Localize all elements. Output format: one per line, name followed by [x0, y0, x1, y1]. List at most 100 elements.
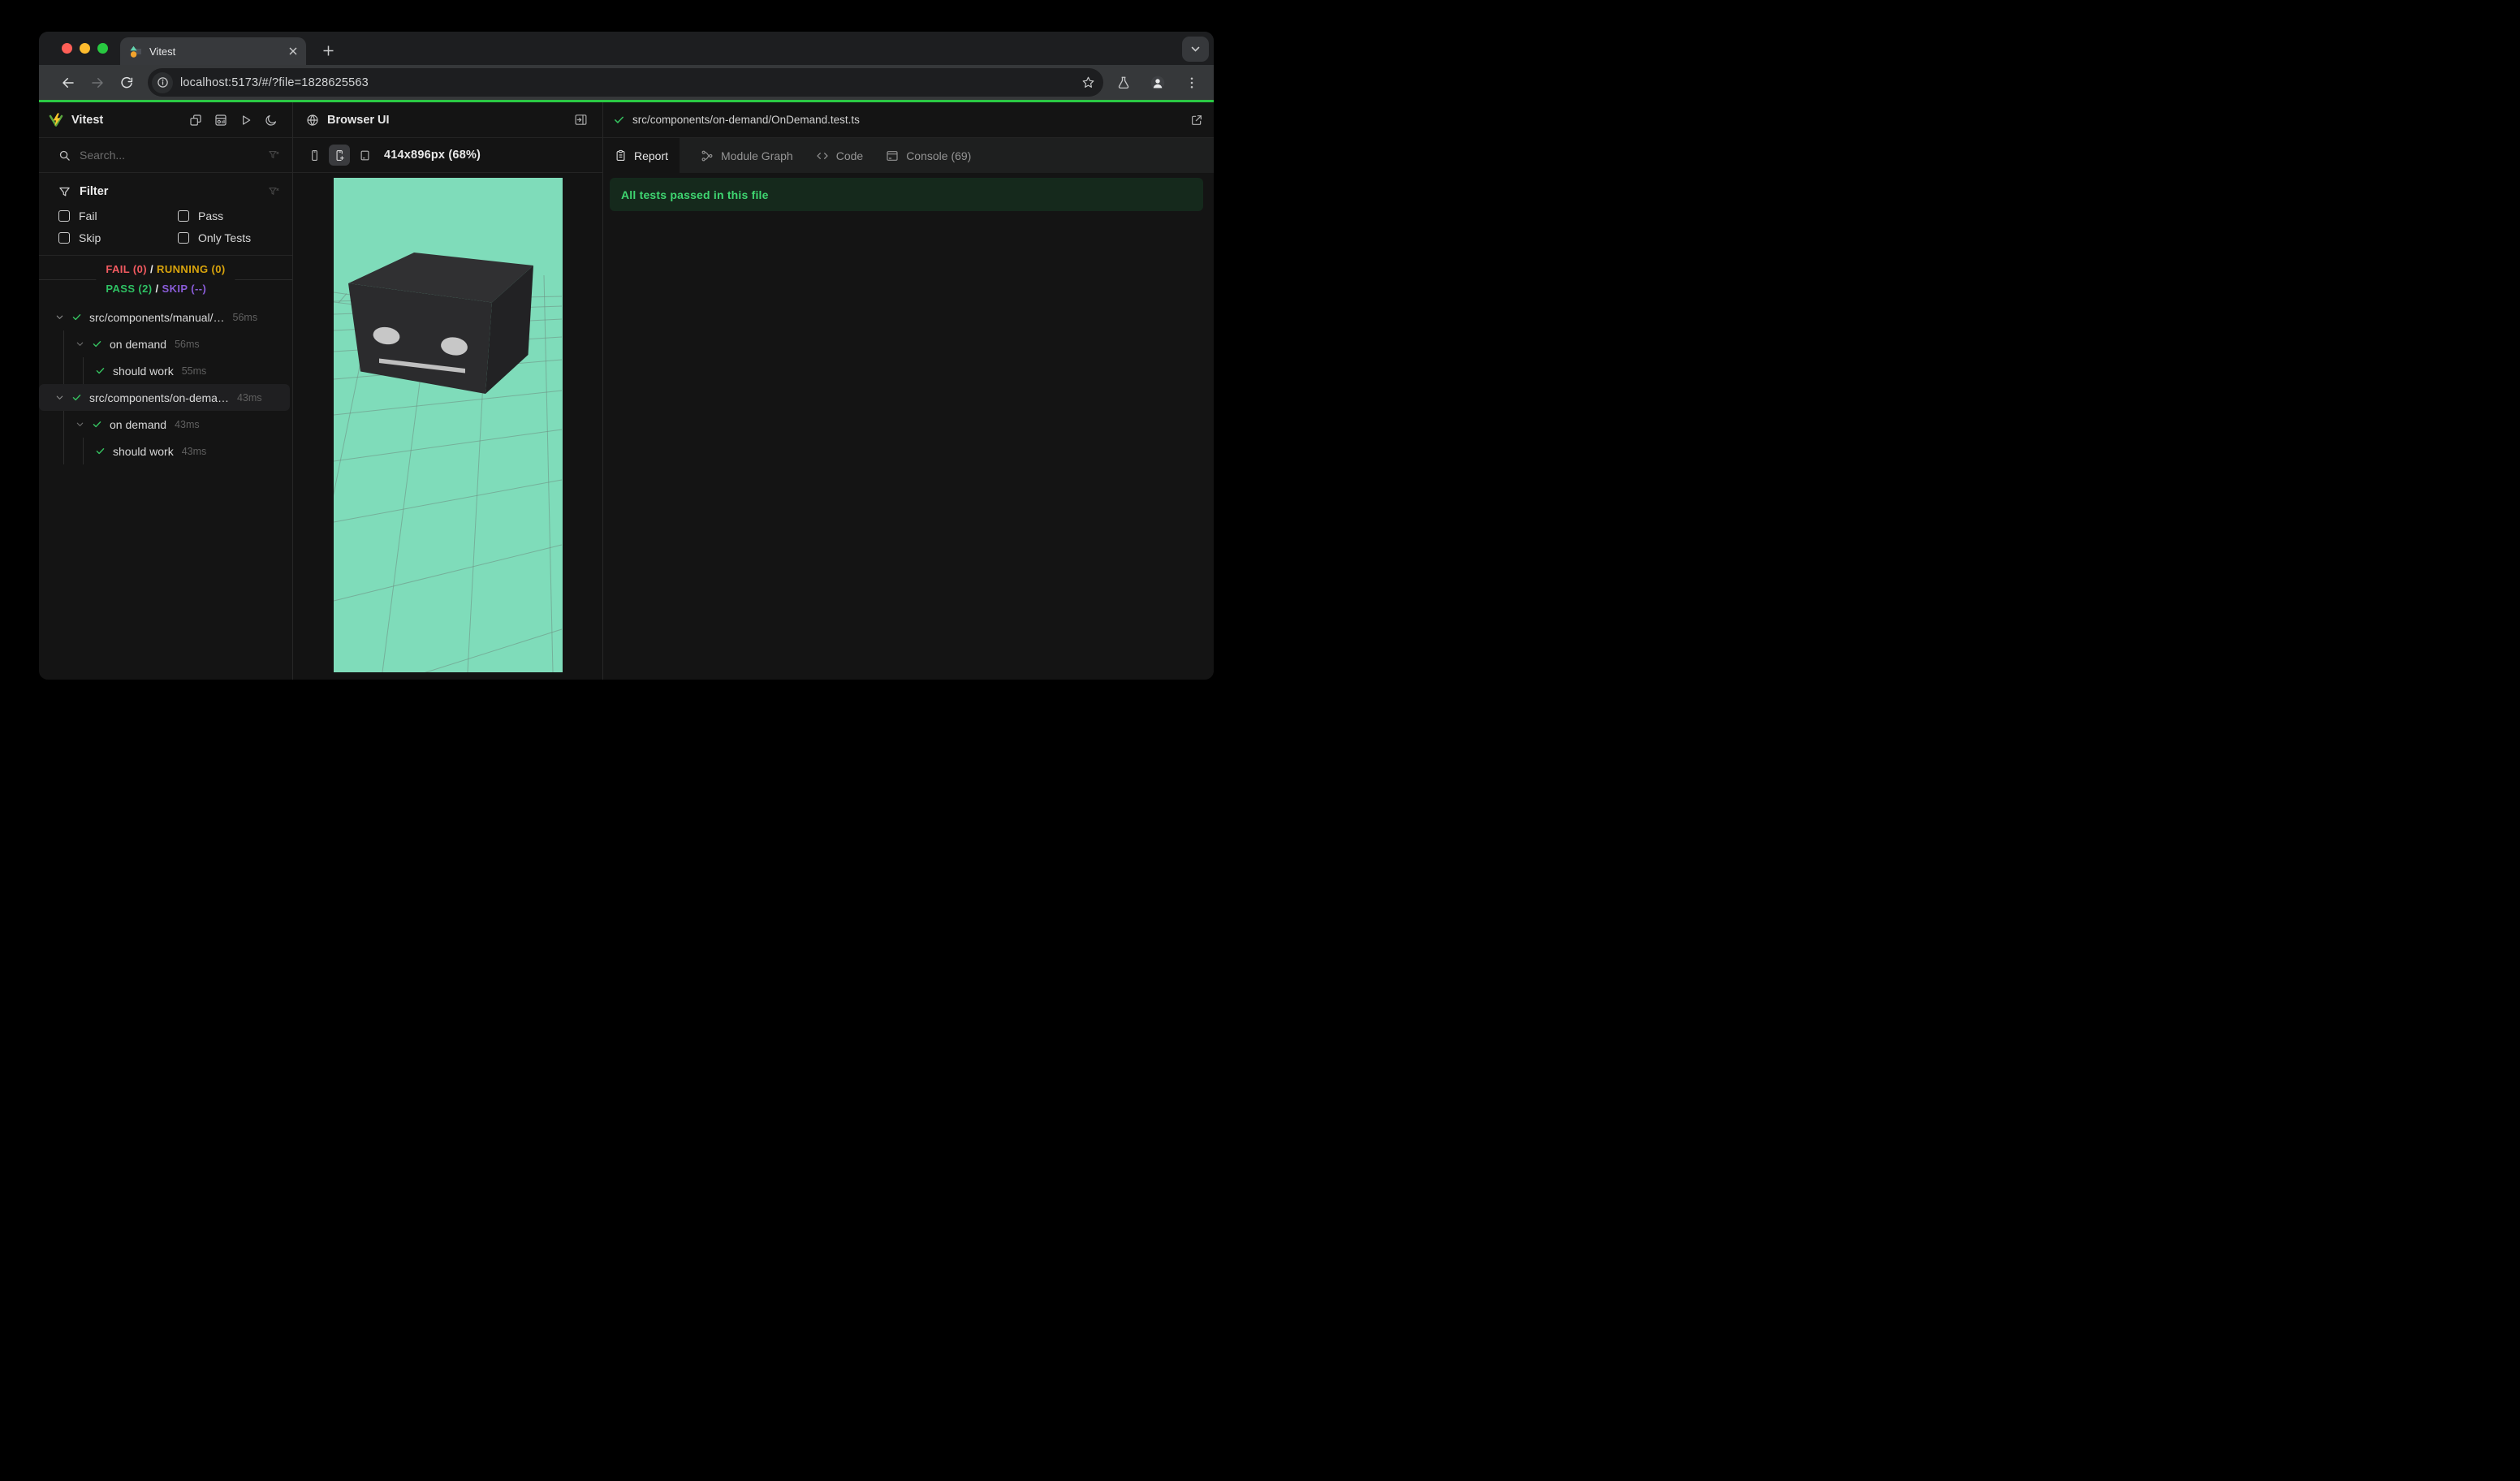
test-file-path: src/components/on-demand/OnDemand.test.t…	[632, 114, 860, 126]
url-text[interactable]: localhost:5173/#/?file=1828625563	[180, 76, 1081, 89]
checkbox-box[interactable]	[58, 232, 70, 244]
device-mobile-icon[interactable]	[304, 145, 325, 166]
running-count: RUNNING (0)	[157, 263, 226, 275]
sidebar: Vitest Search... Filter Fail Pass Skip O…	[39, 102, 293, 680]
console-panel-icon	[886, 149, 899, 162]
checkbox-only-tests[interactable]: Only Tests	[178, 231, 280, 244]
tab-search-button[interactable]	[1182, 37, 1209, 62]
detail-view-icon[interactable]	[187, 111, 205, 129]
duration-badge: 43ms	[181, 445, 207, 457]
browser-ui-title: Browser UI	[327, 113, 390, 127]
window-close-button[interactable]	[62, 43, 72, 54]
checkbox-pass[interactable]: Pass	[178, 209, 280, 222]
checkbox-box[interactable]	[178, 232, 189, 244]
tab-close-icon[interactable]	[288, 46, 298, 56]
tab-title: Vitest	[149, 45, 176, 58]
robot-cube	[347, 253, 533, 394]
checkbox-skip[interactable]: Skip	[58, 231, 178, 244]
panel-right-open-icon[interactable]	[574, 113, 588, 127]
viewport-size-label: 414x896px (68%)	[384, 149, 481, 162]
site-info-icon[interactable]	[152, 71, 173, 93]
duration-badge: 43ms	[236, 391, 262, 404]
duration-badge: 56ms	[232, 311, 258, 323]
duration-badge: 43ms	[175, 418, 200, 430]
search-input[interactable]	[80, 149, 268, 162]
run-all-play-icon[interactable]	[237, 111, 255, 129]
device-toolbar: 414x896px (68%)	[293, 138, 602, 173]
browser-ui-panel: Browser UI 414x896px (68%)	[293, 102, 603, 680]
summary-line-1: FAIL (0) / RUNNING (0)	[106, 263, 226, 275]
indent-guide	[63, 411, 64, 438]
sidebar-title: Vitest	[71, 113, 104, 127]
tree-row-test[interactable]: should work 43ms	[39, 438, 292, 464]
test-summary: FAIL (0) / RUNNING (0) PASS (2) / SKIP (…	[39, 256, 292, 301]
address-bar[interactable]: localhost:5173/#/?file=1828625563	[148, 68, 1103, 97]
indent-guide	[83, 357, 84, 384]
tree-row-suite[interactable]: on demand 43ms	[39, 411, 292, 438]
window-minimize-button[interactable]	[80, 43, 90, 54]
dashboard-icon[interactable]	[212, 111, 230, 129]
chevron-down-icon[interactable]	[55, 313, 64, 322]
chevron-down-icon[interactable]	[76, 420, 84, 429]
open-external-icon[interactable]	[1190, 114, 1203, 127]
viewport-stage	[293, 173, 602, 680]
clear-filter-icon[interactable]	[268, 186, 280, 198]
fail-count: FAIL (0)	[106, 263, 148, 275]
vitest-favicon-icon	[130, 45, 142, 58]
tree-row-file-selected[interactable]: src/components/on-dema… 43ms	[39, 384, 290, 411]
duration-badge: 55ms	[181, 365, 207, 377]
tree-row-suite[interactable]: on demand 56ms	[39, 330, 292, 357]
tree-row-test[interactable]: should work 55ms	[39, 357, 292, 384]
experiments-flask-icon[interactable]	[1110, 69, 1137, 97]
skip-count: SKIP (--)	[162, 283, 207, 295]
pass-check-icon	[95, 365, 106, 376]
forward-button[interactable]	[84, 70, 110, 96]
test-viewport[interactable]	[333, 178, 563, 672]
profile-avatar[interactable]	[1144, 69, 1172, 97]
tab-code[interactable]: Code	[805, 138, 874, 173]
device-tablet-icon[interactable]	[354, 145, 375, 166]
bookmark-star-icon[interactable]	[1081, 76, 1095, 89]
browser-toolbar: localhost:5173/#/?file=1828625563	[39, 65, 1214, 100]
new-tab-button[interactable]	[315, 37, 341, 63]
test-tree: src/components/manual/… 56ms on demand 5…	[39, 301, 292, 680]
window-controls	[62, 32, 108, 65]
browser-menu-kebab-icon[interactable]	[1178, 69, 1206, 97]
dark-mode-moon-icon[interactable]	[262, 111, 280, 129]
window-zoom-button[interactable]	[97, 43, 108, 54]
vitest-ui: Vitest Search... Filter Fail Pass Skip O…	[39, 102, 1214, 680]
screen: Vitest localhost:5173/#/?file=1828625563…	[0, 0, 1260, 740]
checkbox-box[interactable]	[58, 210, 70, 222]
threejs-scene	[333, 253, 562, 672]
vitest-logo-icon	[49, 113, 63, 127]
search-icon	[58, 149, 71, 162]
tab-module-graph[interactable]: Module Graph	[689, 138, 805, 173]
pass-check-icon	[92, 339, 102, 349]
report-tabs: Report Module Graph Code Console (69)	[603, 138, 1214, 173]
clear-filter-icon[interactable]	[268, 149, 280, 162]
chevron-down-icon[interactable]	[55, 393, 64, 402]
tab-report[interactable]: Report	[603, 138, 680, 173]
checkbox-box[interactable]	[178, 210, 189, 222]
pass-check-icon	[613, 114, 625, 126]
filter-title: Filter	[80, 185, 109, 198]
sidebar-header: Vitest	[39, 102, 292, 138]
pass-check-icon	[92, 419, 102, 430]
tree-row-file[interactable]: src/components/manual/… 56ms	[39, 304, 292, 330]
browser-window: Vitest localhost:5173/#/?file=1828625563…	[39, 32, 1214, 680]
clipboard-icon	[615, 149, 627, 162]
pass-check-icon	[71, 392, 82, 403]
module-graph-icon	[701, 149, 714, 162]
pass-check-icon	[95, 446, 106, 456]
device-mobile-plus-button[interactable]	[329, 145, 350, 166]
tab-console[interactable]: Console (69)	[874, 138, 982, 173]
search-row	[39, 138, 292, 173]
checkbox-fail[interactable]: Fail	[58, 209, 178, 222]
back-button[interactable]	[55, 70, 81, 96]
indent-guide	[83, 438, 84, 464]
chevron-down-icon[interactable]	[76, 339, 84, 348]
browser-tab-vitest[interactable]: Vitest	[120, 37, 306, 65]
report-panel: src/components/on-demand/OnDemand.test.t…	[603, 102, 1214, 680]
reload-button[interactable]	[114, 70, 140, 96]
pass-check-icon	[71, 312, 82, 322]
